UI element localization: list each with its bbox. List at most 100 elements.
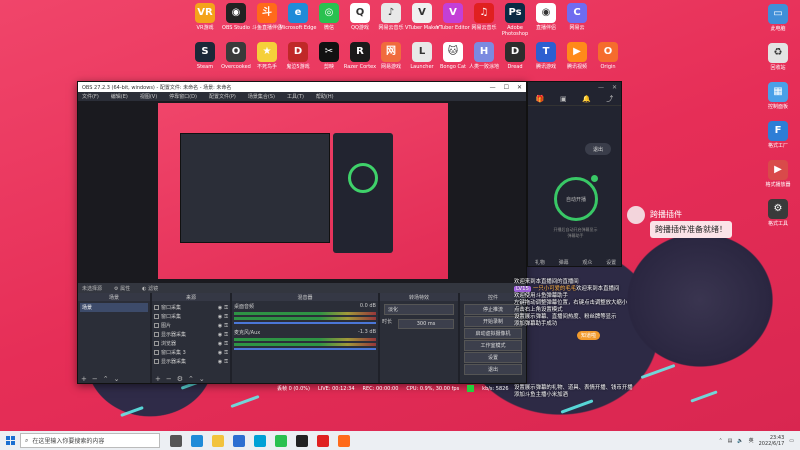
menu-item[interactable]: 配置文件(P) (209, 93, 236, 100)
photoshop-icon: Ps (505, 3, 525, 23)
obs-preview[interactable] (78, 101, 526, 283)
lock-icon[interactable]: ⚿ (224, 323, 228, 329)
close-icon[interactable]: ✕ (612, 84, 617, 91)
chat-ok-button[interactable]: 知道啦 (577, 331, 601, 340)
visibility-eye-icon[interactable]: ◉ (218, 341, 222, 347)
desktop-icon[interactable]: ▭ 此电脑 (758, 4, 798, 32)
share-icon[interactable]: ⤴ (606, 94, 613, 104)
lock-icon[interactable]: ⚿ (224, 332, 228, 338)
source-item[interactable]: 窗口采集 ◉ ⚿ (154, 312, 228, 321)
source-item[interactable]: 显示器采集 ◉ ⚿ (154, 357, 228, 366)
auto-live-button[interactable]: 自动开播 (554, 177, 598, 221)
notification-icon[interactable]: ▭ (789, 438, 794, 444)
filters-button[interactable]: ◐ 滤镜 (142, 285, 158, 292)
lock-icon[interactable]: ⚿ (224, 359, 228, 365)
assistant-tab[interactable]: 观众 (582, 259, 592, 266)
volume-icon[interactable]: 🔈 (737, 438, 743, 444)
move-down-icon[interactable]: ⌄ (114, 375, 120, 383)
duration-input[interactable]: 300 ms (398, 319, 454, 329)
desktop-icon[interactable]: ▦ 控制面板 (758, 82, 798, 110)
properties-button[interactable]: ⚙ 属性 (114, 285, 130, 292)
obs-titlebar[interactable]: OBS 27.2.3 (64-bit, windows) - 配置文件: 未命名… (78, 82, 526, 92)
control-button[interactable]: 工作室模式 (464, 340, 522, 351)
obs-docks: 场景 场景 + − ⌃ ⌄ 来源 窗口采集 ◉ ⚿ 窗口采集 ◉ ⚿ 图片 ◉ ⚿ 显示器采集 ◉ ⚿… (78, 293, 526, 383)
remove-source-icon[interactable]: − (166, 375, 172, 383)
danmaku-assistant-panel[interactable]: — ✕ 🎁 ▣ 🔔 ⤴ 退出 自动开播 开播后自动开启弹幕显示 弹幕助手 礼物弹… (527, 81, 622, 267)
volume-slider[interactable] (234, 348, 376, 350)
source-item[interactable]: 浏览器 ◉ ⚿ (154, 339, 228, 348)
clock[interactable]: 23:43 2022/6/17 (759, 435, 785, 447)
origin-icon: O (598, 42, 618, 62)
edge-icon[interactable] (191, 434, 203, 447)
desktop-icon[interactable]: C 网易云 (557, 3, 597, 31)
assistant-tab[interactable]: 礼物 (535, 259, 545, 266)
control-button[interactable]: 退出 (464, 364, 522, 375)
wechat-icon[interactable] (275, 434, 287, 447)
move-down-icon[interactable]: ⌄ (199, 375, 205, 383)
menu-item[interactable]: 停靠窗口(D) (169, 93, 197, 100)
network-icon[interactable]: ▤ (728, 438, 733, 444)
assistant-tabs: 礼物 弹幕 观众 设置 (528, 256, 623, 268)
menu-item[interactable]: 帮助(H) (316, 93, 334, 100)
desktop-icon[interactable]: O Origin (588, 42, 628, 70)
layout-icon[interactable]: ▣ (560, 95, 567, 103)
add-source-icon[interactable]: + (155, 375, 161, 383)
gift-icon[interactable]: 🎁 (536, 95, 545, 103)
start-button[interactable] (0, 436, 20, 445)
desktop-icon[interactable]: ▶ 格式播放器 (758, 160, 798, 188)
minimize-icon[interactable]: — (598, 84, 604, 91)
visibility-eye-icon[interactable]: ◉ (218, 359, 222, 365)
lock-icon[interactable]: ⚿ (224, 341, 228, 347)
chat-line: LV15 一只小可爱的毛毛欢迎来到本直播间 (514, 286, 644, 293)
input-method-icon[interactable]: 英 (749, 437, 754, 444)
visibility-eye-icon[interactable]: ◉ (218, 314, 222, 320)
task-view-icon[interactable] (170, 434, 182, 447)
source-item[interactable]: 窗口采集 ◉ ⚿ (154, 303, 228, 312)
lock-icon[interactable]: ⚿ (224, 305, 228, 311)
danmaku-chat-bottom: 设置展示弹幕的礼物、道具、表情开播、钱币开播 添加斗鱼主播小米加酒 (514, 385, 644, 399)
obs-icon[interactable] (296, 434, 308, 447)
desktop-icon[interactable]: ♻ 回收站 (758, 43, 798, 71)
assistant-tab[interactable]: 弹幕 (559, 259, 569, 266)
tray-arrow-icon[interactable]: ⌃ (718, 438, 722, 444)
bilibili-icon[interactable] (254, 434, 266, 447)
desktop-icon[interactable]: F 格式工厂 (758, 121, 798, 149)
control-button[interactable]: 设置 (464, 352, 522, 363)
menu-item[interactable]: 工具(T) (287, 93, 304, 100)
taskbar-search-box[interactable]: ⌕ 在这里输入你要搜索的内容 (20, 433, 160, 448)
add-scene-icon[interactable]: + (81, 375, 87, 383)
source-item[interactable]: 图片 ◉ ⚿ (154, 321, 228, 330)
source-item[interactable]: 显示器采集 ◉ ⚿ (154, 330, 228, 339)
netease-music-icon[interactable] (317, 434, 329, 447)
remove-scene-icon[interactable]: − (92, 375, 98, 383)
scene-item[interactable]: 场景 (80, 303, 148, 312)
obs-window[interactable]: OBS 27.2.3 (64-bit, windows) - 配置文件: 未命名… (77, 81, 527, 384)
transition-select[interactable]: 淡化 (384, 304, 454, 315)
move-up-icon[interactable]: ⌃ (188, 375, 194, 383)
store-icon[interactable] (233, 434, 245, 447)
visibility-eye-icon[interactable]: ◉ (218, 332, 222, 338)
minimize-icon[interactable]: — (490, 84, 496, 91)
visibility-eye-icon[interactable]: ◉ (218, 323, 222, 329)
volume-slider[interactable] (234, 322, 376, 324)
lock-icon[interactable]: ⚿ (224, 314, 228, 320)
menu-item[interactable]: 文件(F) (82, 93, 99, 100)
file-explorer-icon[interactable] (212, 434, 224, 447)
desktop-icon[interactable]: ⚙ 格式工具 (758, 199, 798, 227)
menu-item[interactable]: 场景集合(S) (248, 93, 275, 100)
visibility-eye-icon[interactable]: ◉ (218, 305, 222, 311)
douyu-icon[interactable] (338, 434, 350, 447)
source-settings-icon[interactable]: ⚙ (177, 375, 183, 383)
exit-button[interactable]: 退出 (585, 143, 611, 155)
source-item[interactable]: 窗口采集 3 ◉ ⚿ (154, 348, 228, 357)
lock-icon[interactable]: ⚿ (224, 350, 228, 356)
move-up-icon[interactable]: ⌃ (103, 375, 109, 383)
menu-item[interactable]: 编辑(E) (111, 93, 128, 100)
menu-item[interactable]: 视图(V) (140, 93, 157, 100)
maximize-icon[interactable]: ☐ (504, 84, 509, 91)
visibility-eye-icon[interactable]: ◉ (218, 350, 222, 356)
close-icon[interactable]: ✕ (517, 84, 522, 91)
assistant-tab[interactable]: 设置 (606, 259, 616, 266)
bell-icon[interactable]: 🔔 (582, 95, 591, 103)
control-button[interactable]: 启动虚拟摄像机 (464, 328, 522, 339)
